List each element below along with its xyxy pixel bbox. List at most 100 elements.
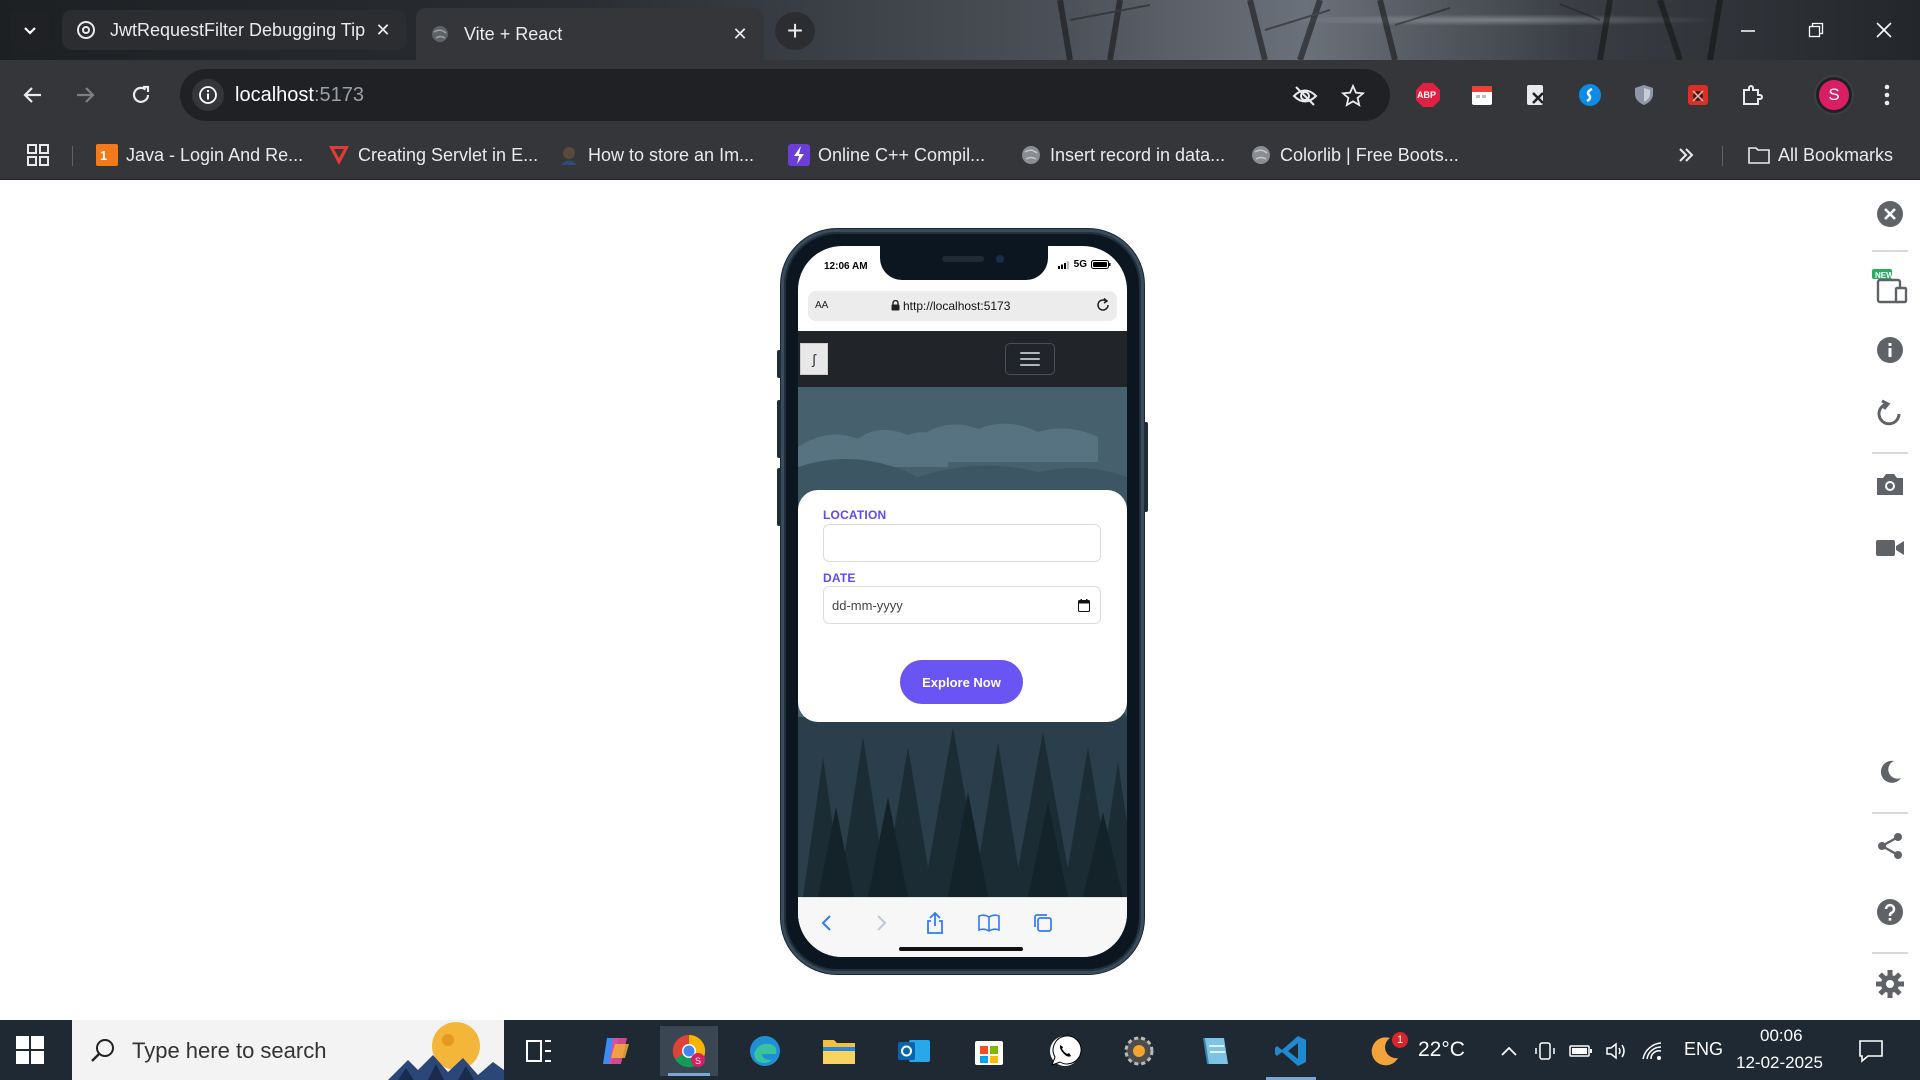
calendar-icon[interactable]: [1078, 599, 1090, 612]
bug-ext-icon: [1688, 85, 1708, 105]
extensions-button[interactable]: [1737, 80, 1767, 110]
wifi-icon: [1642, 1042, 1662, 1060]
rotate-button[interactable]: [1874, 398, 1906, 430]
tab-jwt-debugging[interactable]: JwtRequestFilter Debugging Tip ✕: [62, 10, 407, 50]
calendar-extension[interactable]: [1467, 80, 1497, 110]
minimize-button[interactable]: [1728, 12, 1768, 48]
battery-status[interactable]: [1568, 1038, 1594, 1064]
weather-temperature: 22°C: [1418, 1038, 1465, 1061]
safari-address-bar[interactable]: AA http://localhost:5173: [808, 291, 1117, 321]
settings-button[interactable]: [1874, 968, 1906, 1000]
chevron-right-icon: [877, 915, 887, 931]
star-icon: [1341, 84, 1365, 107]
reader-aa-button[interactable]: AA: [815, 300, 828, 311]
file-explorer-app[interactable]: [810, 1026, 868, 1076]
bookmark-label: Creating Servlet in E...: [358, 144, 539, 165]
all-bookmarks-button[interactable]: All Bookmarks: [1748, 142, 1893, 168]
location-input[interactable]: [823, 524, 1101, 562]
screenshot-button[interactable]: [1874, 468, 1906, 500]
bookmark-item[interactable]: Online C++ Compil...: [788, 142, 985, 168]
forward-button[interactable]: [66, 76, 104, 114]
app-logo[interactable]: ʃ: [800, 343, 828, 375]
taskbar-search-box[interactable]: Type here to search: [72, 1020, 504, 1080]
abp-extension[interactable]: ABP: [1413, 80, 1443, 110]
more-bookmarks-button[interactable]: [1676, 142, 1696, 168]
shield-extension[interactable]: [1629, 80, 1659, 110]
copilot-app[interactable]: [587, 1026, 645, 1076]
safari-bookmarks-button[interactable]: [976, 910, 1002, 936]
battery-icon: [1091, 260, 1111, 269]
tab-search-button[interactable]: [10, 10, 50, 50]
chevron-down-icon: [24, 27, 36, 35]
panel-divider: [1872, 250, 1908, 252]
clock-date[interactable]: 12-02-2025: [1736, 1053, 1823, 1073]
whatsapp-app[interactable]: [1036, 1026, 1094, 1076]
new-tab-button[interactable]: +: [775, 12, 815, 50]
chrome-menu-button[interactable]: [1872, 80, 1902, 110]
panel-divider: [1872, 952, 1908, 954]
devices-button[interactable]: NEW: [1870, 266, 1910, 306]
help-button[interactable]: [1874, 896, 1906, 928]
close-icon[interactable]: ✕: [373, 20, 393, 41]
safari-tabs-button[interactable]: [1030, 910, 1056, 936]
bookmark-item[interactable]: Colorlib | Free Boots...: [1250, 142, 1459, 168]
chrome-app[interactable]: S: [660, 1026, 718, 1076]
store-icon: [975, 1041, 1003, 1065]
notes-app[interactable]: [1186, 1026, 1244, 1076]
network-status[interactable]: [1640, 1038, 1666, 1064]
close-emulator-button[interactable]: [1874, 198, 1906, 230]
weather-widget[interactable]: 1: [1360, 1026, 1410, 1076]
bookmark-item[interactable]: 1 Java - Login And Re...: [96, 142, 303, 168]
volume-control[interactable]: [1604, 1038, 1630, 1064]
clock-time[interactable]: 00:06: [1760, 1026, 1803, 1046]
notification-center-button[interactable]: [1858, 1038, 1884, 1064]
shazam-extension[interactable]: [1575, 80, 1605, 110]
info-button[interactable]: [1874, 334, 1906, 366]
tab-vite-react[interactable]: Vite + React ✕: [416, 8, 764, 60]
show-hidden-icons-button[interactable]: [1496, 1038, 1522, 1064]
location-label: LOCATION: [823, 508, 887, 522]
bookmark-item[interactable]: Insert record in data...: [1020, 142, 1225, 168]
gear-app[interactable]: [1110, 1026, 1168, 1076]
reload-icon[interactable]: [1095, 297, 1111, 313]
profile-avatar[interactable]: S: [1816, 77, 1852, 113]
reload-button[interactable]: [122, 76, 160, 114]
safari-forward-button[interactable]: [868, 910, 894, 936]
site-info-button[interactable]: [192, 79, 224, 111]
address-bar[interactable]: localhost:5173: [180, 69, 1390, 121]
status-time: 12:06 AM: [824, 261, 868, 272]
safari-share-button[interactable]: [922, 910, 948, 936]
navbar-toggler-button[interactable]: [1005, 343, 1055, 375]
bookmark-item[interactable]: Creating Servlet in E...: [328, 142, 538, 168]
weather-badge: 1: [1392, 1032, 1408, 1048]
input-language[interactable]: ENG: [1684, 1039, 1723, 1060]
record-video-button[interactable]: [1874, 532, 1906, 564]
store-app[interactable]: [960, 1026, 1018, 1076]
dark-mode-button[interactable]: [1874, 756, 1906, 788]
bookmark-star-button[interactable]: [1338, 81, 1368, 111]
restore-button[interactable]: [1796, 12, 1836, 48]
edge-app[interactable]: [736, 1026, 794, 1076]
bookmark-img-icon: [558, 144, 580, 166]
share-button[interactable]: [1874, 830, 1906, 862]
bug-extension[interactable]: [1683, 80, 1713, 110]
bookmark-item[interactable]: How to store an Im...: [558, 142, 754, 168]
status-indicators: 5G: [1057, 259, 1111, 270]
vscode-app[interactable]: [1262, 1026, 1320, 1076]
start-button[interactable]: [16, 1036, 44, 1064]
chevron-up-icon: [1501, 1046, 1517, 1056]
address-url[interactable]: localhost:5173: [235, 84, 364, 107]
tracking-protection-button[interactable]: [1290, 81, 1320, 111]
task-view-button[interactable]: [510, 1026, 568, 1076]
back-button[interactable]: [14, 76, 52, 114]
close-window-button[interactable]: [1864, 12, 1904, 48]
meet-now-button[interactable]: [1532, 1038, 1558, 1064]
outlook-app[interactable]: [885, 1026, 943, 1076]
excel-extension[interactable]: [1521, 80, 1551, 110]
safari-back-button[interactable]: [814, 910, 840, 936]
notification-icon: [1859, 1040, 1883, 1063]
explore-now-button[interactable]: Explore Now: [900, 660, 1023, 704]
apps-button[interactable]: [26, 142, 50, 168]
close-icon[interactable]: ✕: [730, 24, 750, 45]
date-input[interactable]: dd-mm-yyyy: [823, 586, 1101, 624]
